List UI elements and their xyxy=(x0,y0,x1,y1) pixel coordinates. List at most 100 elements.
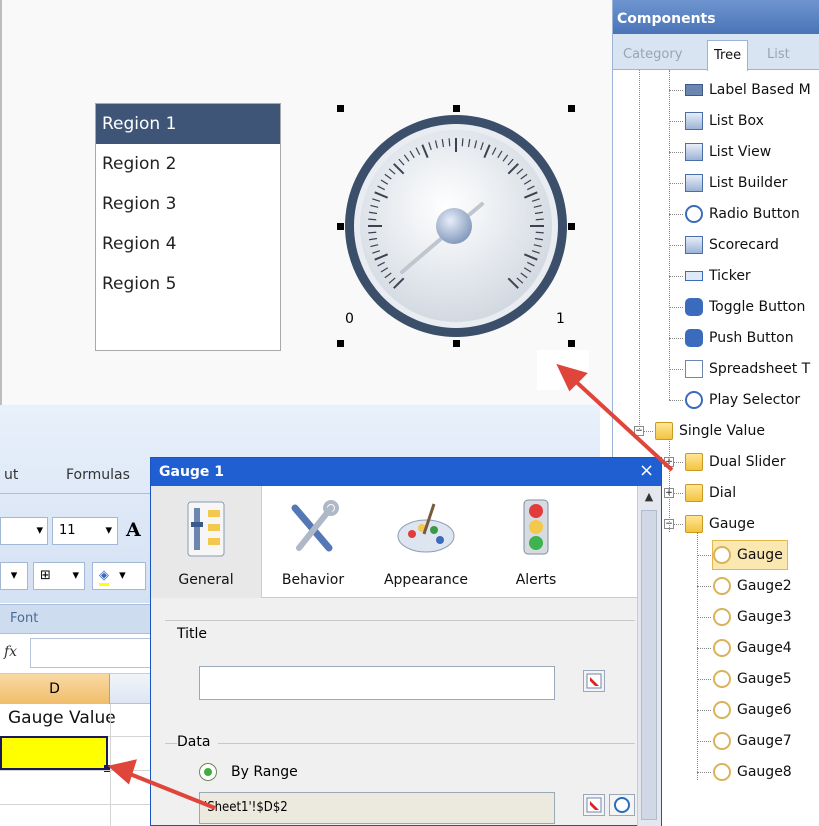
binding-options-button[interactable] xyxy=(609,794,635,816)
resize-handle[interactable] xyxy=(568,340,575,347)
tree-connector xyxy=(669,439,670,532)
tools-icon xyxy=(291,500,339,552)
gauge-hub xyxy=(436,208,472,244)
tree-item[interactable]: Spreadsheet T xyxy=(685,355,810,383)
tree-item-label: Gauge3 xyxy=(737,609,792,625)
tab-label: General xyxy=(178,572,234,588)
tree-item-label: Scorecard xyxy=(709,237,779,253)
tab-formulas[interactable]: Formulas xyxy=(66,467,130,483)
scroll-up-icon[interactable]: ▲ xyxy=(640,488,658,506)
font-size-dropdown[interactable]: 11 ▾ xyxy=(52,517,118,545)
traffic-light-icon xyxy=(523,499,549,555)
list-box-component[interactable]: Region 1 Region 2 Region 3 Region 4 Regi… xyxy=(95,103,281,351)
resize-handle[interactable] xyxy=(568,105,575,112)
dialog-title: Gauge 1 xyxy=(151,458,661,486)
tab-layout[interactable]: ut xyxy=(4,467,18,483)
tree-item-label: Gauge xyxy=(709,516,755,532)
resize-handle[interactable] xyxy=(453,105,460,112)
tree-item[interactable]: Gauge8 xyxy=(713,758,792,786)
tree-item-label: Label Based M xyxy=(709,82,811,98)
ticker-icon xyxy=(685,271,703,281)
tree-item-label: Gauge7 xyxy=(737,733,792,749)
tab-alerts[interactable]: Alerts xyxy=(491,486,581,598)
scroll-thumb[interactable] xyxy=(641,510,657,820)
tree-item[interactable]: Ticker xyxy=(685,262,751,290)
resize-handle[interactable] xyxy=(568,223,575,230)
by-range-radio[interactable] xyxy=(199,763,217,781)
tree-item[interactable]: List Box xyxy=(685,107,764,135)
function-icon[interactable]: fx xyxy=(4,644,17,660)
tree-item[interactable]: List View xyxy=(685,138,771,166)
grow-font-icon[interactable]: A xyxy=(126,519,141,541)
tab-list[interactable]: List xyxy=(761,40,796,70)
tab-appearance[interactable]: Appearance xyxy=(371,486,481,598)
tree-item[interactable]: Gauge6 xyxy=(713,696,792,724)
tree-connector xyxy=(669,152,683,153)
tree-connector xyxy=(669,214,683,215)
column-header-d[interactable]: D xyxy=(0,674,110,704)
dialog-scrollbar[interactable]: ▲ xyxy=(637,486,661,826)
tree-item[interactable]: Play Selector xyxy=(685,386,800,414)
panel-title: Components xyxy=(613,0,819,34)
tree-item[interactable]: Dual Slider xyxy=(685,448,786,476)
gauge-icon xyxy=(713,577,731,595)
tree-item[interactable]: Gauge4 xyxy=(713,634,792,662)
list-item[interactable]: Region 3 xyxy=(96,184,280,224)
design-canvas[interactable]: Region 1 Region 2 Region 3 Region 4 Regi… xyxy=(0,0,612,410)
resize-handle[interactable] xyxy=(337,340,344,347)
cell-picker-button[interactable] xyxy=(583,670,605,692)
spreadsheet-table-icon xyxy=(685,360,703,378)
tree-item[interactable]: Gauge xyxy=(685,510,755,538)
folder-icon xyxy=(685,453,703,471)
resize-handle[interactable] xyxy=(337,223,344,230)
resize-handle[interactable] xyxy=(337,105,344,112)
close-icon[interactable]: × xyxy=(639,460,654,481)
tree-item[interactable]: Gauge xyxy=(712,540,788,570)
tree-connector xyxy=(697,532,698,780)
tree-item[interactable]: Toggle Button xyxy=(685,293,805,321)
tree-item[interactable]: Gauge2 xyxy=(713,572,792,600)
label-based-menu-icon xyxy=(685,84,703,96)
borders-button[interactable]: ⊞ ▾ xyxy=(33,562,85,590)
tree-item[interactable]: List Builder xyxy=(685,169,787,197)
tree-item[interactable]: Push Button xyxy=(685,324,794,352)
tree-item[interactable]: Single Value xyxy=(655,417,765,445)
font-name-dropdown[interactable]: ▾ xyxy=(0,517,48,545)
cell-d2[interactable] xyxy=(0,736,108,770)
tab-general[interactable]: General xyxy=(151,486,262,598)
title-input[interactable] xyxy=(199,666,555,700)
tree-connector xyxy=(697,586,711,587)
tree-item[interactable]: Radio Button xyxy=(685,200,800,228)
data-section-label: Data xyxy=(177,734,219,750)
gauge-component[interactable] xyxy=(332,100,582,350)
tab-tree[interactable]: Tree xyxy=(707,40,749,71)
tree-item[interactable]: Dial xyxy=(685,479,736,507)
by-range-label: By Range xyxy=(231,764,298,780)
cell-d1[interactable]: Gauge Value xyxy=(8,708,116,728)
cell-picker-button[interactable] xyxy=(583,794,605,816)
range-input[interactable]: 'Sheet1'!$D$2 xyxy=(199,792,555,824)
resize-handle[interactable] xyxy=(453,340,460,347)
fill-color-button[interactable]: ◈ ▾ xyxy=(92,562,146,590)
list-item[interactable]: Region 5 xyxy=(96,264,280,304)
list-item[interactable]: Region 2 xyxy=(96,144,280,184)
tree-connector xyxy=(669,369,683,370)
tree-connector xyxy=(669,90,683,91)
tree-connector xyxy=(669,338,683,339)
chevron-down-icon[interactable]: ▾ xyxy=(0,562,28,590)
tree-item[interactable]: Gauge5 xyxy=(713,665,792,693)
tree-item[interactable]: Gauge7 xyxy=(713,727,792,755)
tree-item[interactable]: Gauge3 xyxy=(713,603,792,631)
tree-item-label: List Builder xyxy=(709,175,788,191)
list-item[interactable]: Region 4 xyxy=(96,224,280,264)
tab-category[interactable]: Category xyxy=(617,40,688,70)
tree-item-label: Gauge xyxy=(737,547,783,563)
font-size-value: 11 xyxy=(59,523,76,538)
tree-item-label: Gauge2 xyxy=(737,578,792,594)
tree-item[interactable]: Scorecard xyxy=(685,231,779,259)
tab-label: Behavior xyxy=(281,572,345,588)
tab-behavior[interactable]: Behavior xyxy=(263,486,363,598)
tree-item[interactable]: Label Based M xyxy=(685,76,811,104)
list-item[interactable]: Region 1 xyxy=(96,104,280,144)
gauge-tick xyxy=(448,138,451,147)
